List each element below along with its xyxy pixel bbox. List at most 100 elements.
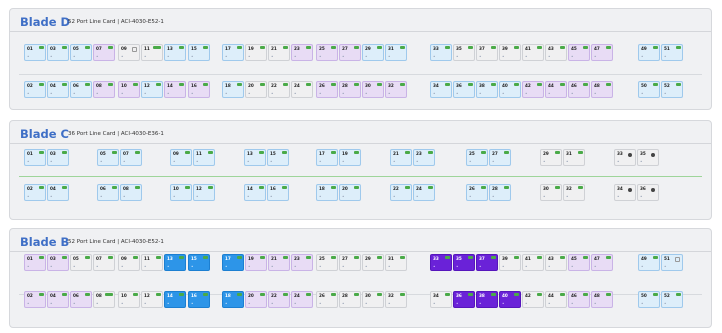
- port-15[interactable]: 15 •: [188, 254, 210, 271]
- port-17[interactable]: 17 •: [316, 149, 338, 166]
- port-35[interactable]: 35 •: [453, 254, 475, 271]
- port-05[interactable]: 05 •: [97, 149, 119, 166]
- port-07[interactable]: 07 •: [120, 149, 142, 166]
- port-24[interactable]: 24 •: [413, 184, 435, 201]
- port-01[interactable]: 01 •: [24, 44, 46, 61]
- port-02[interactable]: 02 •: [24, 184, 46, 201]
- port-45[interactable]: 45 •: [568, 44, 590, 61]
- port-13[interactable]: 13 •: [244, 149, 266, 166]
- port-22[interactable]: 22 •: [268, 291, 290, 308]
- port-21[interactable]: 21 •: [268, 44, 290, 61]
- port-26[interactable]: 26 •: [316, 81, 338, 98]
- port-19[interactable]: 19 •: [245, 254, 267, 271]
- port-31[interactable]: 31 •: [385, 44, 407, 61]
- port-50[interactable]: 50 •: [638, 291, 660, 308]
- port-19[interactable]: 19 •: [339, 149, 361, 166]
- port-10[interactable]: 10 •: [170, 184, 192, 201]
- port-12[interactable]: 12 •: [141, 291, 163, 308]
- port-11[interactable]: 11 •: [193, 149, 215, 166]
- port-06[interactable]: 06 •: [97, 184, 119, 201]
- port-31[interactable]: 31 •: [563, 149, 585, 166]
- port-29[interactable]: 29 •: [362, 44, 384, 61]
- port-48[interactable]: 48 •: [591, 81, 613, 98]
- port-29[interactable]: 29 •: [540, 149, 562, 166]
- port-04[interactable]: 04 •: [47, 291, 69, 308]
- port-42[interactable]: 42 •: [522, 81, 544, 98]
- port-36[interactable]: 36 •: [453, 291, 475, 308]
- port-42[interactable]: 42 •: [522, 291, 544, 308]
- port-32[interactable]: 32 •: [563, 184, 585, 201]
- port-37[interactable]: 37 •: [476, 254, 498, 271]
- port-32[interactable]: 32 •: [385, 291, 407, 308]
- port-25[interactable]: 25 •: [466, 149, 488, 166]
- port-08[interactable]: 08 •: [93, 291, 115, 308]
- port-40[interactable]: 40 •: [499, 81, 521, 98]
- port-06[interactable]: 06 •: [70, 291, 92, 308]
- port-24[interactable]: 24 •: [291, 81, 313, 98]
- port-41[interactable]: 41 •: [522, 44, 544, 61]
- port-28[interactable]: 28 •: [489, 184, 511, 201]
- port-21[interactable]: 21 •: [268, 254, 290, 271]
- port-22[interactable]: 22 •: [390, 184, 412, 201]
- port-05[interactable]: 05 •: [70, 44, 92, 61]
- port-16[interactable]: 16 •: [267, 184, 289, 201]
- port-02[interactable]: 02 •: [24, 291, 46, 308]
- port-47[interactable]: 47 •: [591, 44, 613, 61]
- port-36[interactable]: 36 •: [637, 184, 659, 201]
- port-10[interactable]: 10 •: [118, 291, 140, 308]
- port-22[interactable]: 22 •: [268, 81, 290, 98]
- port-27[interactable]: 27 •: [339, 44, 361, 61]
- port-01[interactable]: 01 •: [24, 149, 46, 166]
- port-20[interactable]: 20 •: [339, 184, 361, 201]
- port-41[interactable]: 41 •: [522, 254, 544, 271]
- port-49[interactable]: 49 •: [638, 44, 660, 61]
- port-20[interactable]: 20 •: [245, 291, 267, 308]
- port-47[interactable]: 47 •: [591, 254, 613, 271]
- port-49[interactable]: 49 •: [638, 254, 660, 271]
- port-35[interactable]: 35 •: [453, 44, 475, 61]
- port-33[interactable]: 33 •: [430, 254, 452, 271]
- port-30[interactable]: 30 •: [362, 291, 384, 308]
- port-31[interactable]: 31 •: [385, 254, 407, 271]
- port-21[interactable]: 21 •: [390, 149, 412, 166]
- port-25[interactable]: 25 •: [316, 254, 338, 271]
- port-03[interactable]: 03 •: [47, 254, 69, 271]
- port-34[interactable]: 34 •: [430, 81, 452, 98]
- port-51[interactable]: 51 •: [661, 44, 683, 61]
- port-10[interactable]: 10 •: [118, 81, 140, 98]
- port-17[interactable]: 17 •: [222, 254, 244, 271]
- port-37[interactable]: 37 •: [476, 44, 498, 61]
- port-52[interactable]: 52 •: [661, 291, 683, 308]
- port-28[interactable]: 28 •: [339, 81, 361, 98]
- port-30[interactable]: 30 •: [362, 81, 384, 98]
- port-43[interactable]: 43 •: [545, 254, 567, 271]
- port-36[interactable]: 36 •: [453, 81, 475, 98]
- port-52[interactable]: 52 •: [661, 81, 683, 98]
- port-29[interactable]: 29 •: [362, 254, 384, 271]
- port-05[interactable]: 05 •: [70, 254, 92, 271]
- port-18[interactable]: 18 •: [222, 81, 244, 98]
- port-04[interactable]: 04 •: [47, 81, 69, 98]
- port-11[interactable]: 11 •: [141, 44, 163, 61]
- port-20[interactable]: 20 •: [245, 81, 267, 98]
- port-19[interactable]: 19 •: [245, 44, 267, 61]
- port-24[interactable]: 24 •: [291, 291, 313, 308]
- port-48[interactable]: 48 •: [591, 291, 613, 308]
- port-04[interactable]: 04 •: [47, 184, 69, 201]
- port-18[interactable]: 18 •: [222, 291, 244, 308]
- port-09[interactable]: 09 •: [118, 254, 140, 271]
- port-39[interactable]: 39 •: [499, 44, 521, 61]
- port-18[interactable]: 18 •: [316, 184, 338, 201]
- port-16[interactable]: 16 •: [188, 81, 210, 98]
- port-09[interactable]: 09 •: [118, 44, 140, 61]
- port-17[interactable]: 17 •: [222, 44, 244, 61]
- port-11[interactable]: 11 •: [141, 254, 163, 271]
- port-02[interactable]: 02 •: [24, 81, 46, 98]
- port-26[interactable]: 26 •: [466, 184, 488, 201]
- port-16[interactable]: 16 •: [188, 291, 210, 308]
- port-38[interactable]: 38 •: [476, 291, 498, 308]
- port-08[interactable]: 08 •: [120, 184, 142, 201]
- port-14[interactable]: 14 •: [164, 291, 186, 308]
- port-14[interactable]: 14 •: [164, 81, 186, 98]
- port-28[interactable]: 28 •: [339, 291, 361, 308]
